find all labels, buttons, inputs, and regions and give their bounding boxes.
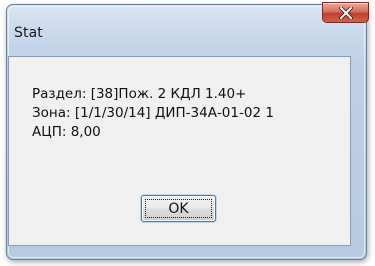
close-x-icon <box>338 6 353 19</box>
ok-button-label: OK <box>168 200 189 217</box>
message-line-zone: Зона: [1/1/30/14] ДИП-34А-01-02 1 <box>32 105 274 121</box>
message-line-adc: АЦП: 8,00 <box>32 124 101 140</box>
window-title: Stat <box>14 25 43 41</box>
message-text: Раздел: [38]Пож. 2 КДЛ 1.40+ Зона: [1/1/… <box>32 85 274 142</box>
close-button[interactable] <box>322 2 369 23</box>
message-line-section: Раздел: [38]Пож. 2 КДЛ 1.40+ <box>32 86 247 102</box>
ok-button[interactable]: OK <box>141 195 216 222</box>
